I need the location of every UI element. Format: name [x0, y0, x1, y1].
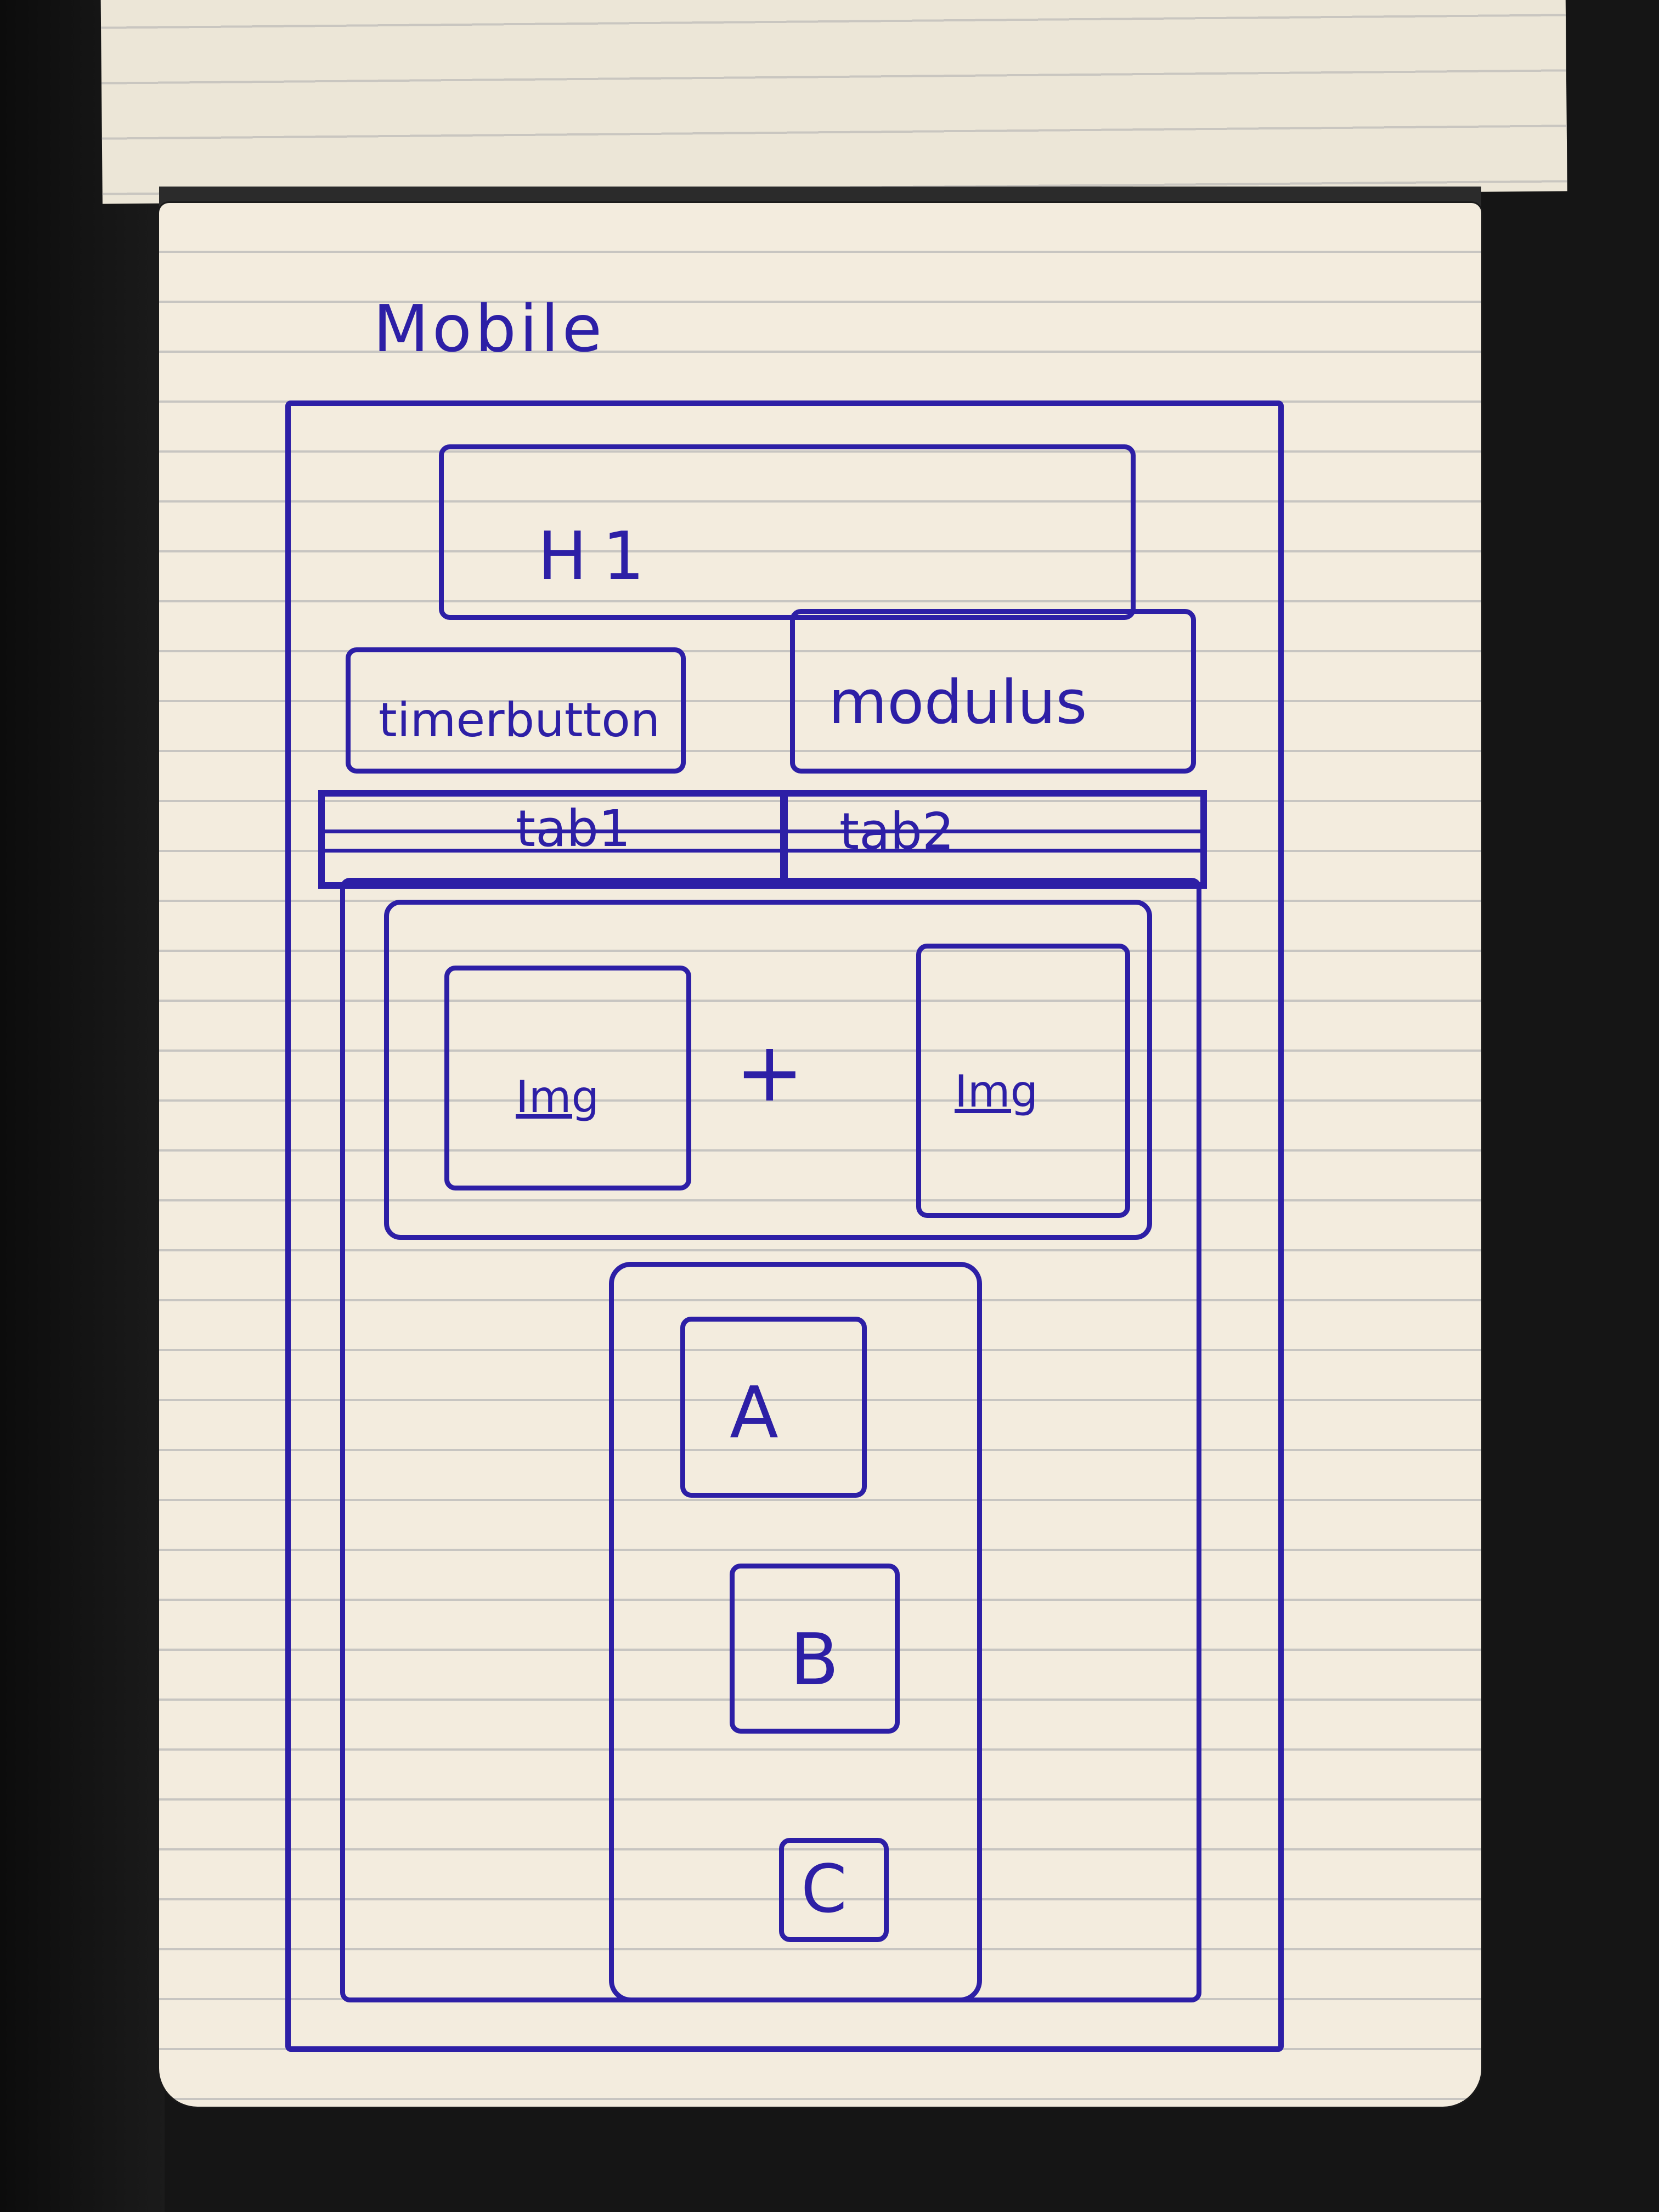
tab-1-label[interactable]: tab1 — [516, 804, 630, 854]
tab-2-label[interactable]: tab2 — [839, 806, 954, 857]
timer-button-label: timerbutton — [379, 693, 661, 748]
header-label: H1 — [538, 518, 660, 595]
modulus-button-label: modulus — [828, 667, 1087, 737]
previous-page-edge — [100, 0, 1567, 204]
plus-operator: + — [735, 1025, 804, 1120]
background-dark-left — [0, 0, 165, 2212]
image-right-label: Img — [955, 1066, 1039, 1117]
tab-bar — [318, 790, 1207, 889]
image-left-label: Img — [516, 1071, 600, 1122]
option-a-label: A — [730, 1371, 778, 1454]
option-c-label: C — [801, 1852, 847, 1928]
option-b-label: B — [790, 1618, 839, 1701]
sketch-title: Mobile — [373, 291, 606, 366]
